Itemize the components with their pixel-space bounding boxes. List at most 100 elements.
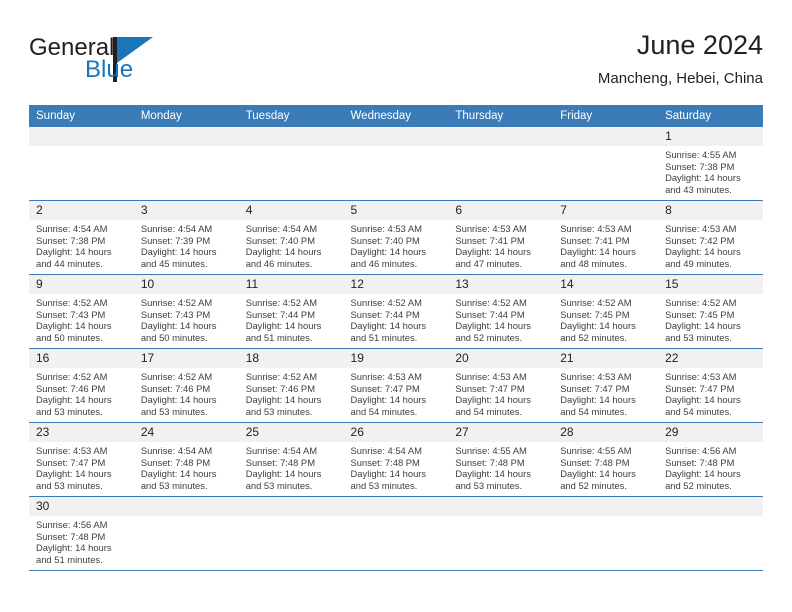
day-number: 24 bbox=[133, 423, 239, 442]
page-title: June 2024 bbox=[636, 30, 763, 60]
daylight-text: Daylight: 14 hours and 44 minutes. bbox=[36, 246, 112, 269]
sunset-text: Sunset: 7:44 PM bbox=[245, 308, 315, 320]
day-details: Sunrise: 4:52 AM Sunset: 7:45 PM Daylight:… bbox=[658, 294, 763, 343]
daylight-text: Daylight: 14 hours and 51 minutes. bbox=[36, 542, 112, 565]
sunrise-text: Sunrise: 4:53 AM bbox=[665, 371, 737, 382]
title-block: June 2024 Mancheng, Hebei, China bbox=[598, 28, 763, 90]
calendar-day-cell[interactable]: 21 Sunrise: 4:53 AM Sunset: 7:47 PM Dayligh… bbox=[553, 348, 659, 423]
sunrise-text: Sunrise: 4:52 AM bbox=[455, 297, 527, 308]
calendar-day-cell[interactable]: 22 Sunrise: 4:53 AM Sunset: 7:47 PM Dayligh… bbox=[658, 348, 763, 423]
sunrise-text: Sunrise: 4:53 AM bbox=[350, 371, 422, 382]
day-details: Sunrise: 4:53 AM Sunset: 7:47 PM Daylight:… bbox=[658, 368, 763, 417]
sunrise-text: Sunrise: 4:52 AM bbox=[140, 371, 213, 382]
daylight-text: Daylight: 14 hours and 52 minutes. bbox=[665, 468, 741, 491]
day-number bbox=[658, 497, 763, 516]
day-number: 2 bbox=[29, 201, 134, 220]
weekday-header-row: Sunday Monday Tuesday Wednesday Thursday… bbox=[29, 105, 763, 127]
day-details: Sunrise: 4:56 AM Sunset: 7:48 PM Daylight:… bbox=[29, 516, 134, 565]
calendar-day-cell[interactable]: 8 Sunrise: 4:53 AM Sunset: 7:42 PM Daylight… bbox=[658, 200, 763, 275]
calendar-empty-cell bbox=[238, 496, 344, 571]
calendar-day-cell[interactable]: 4 Sunrise: 4:54 AM Sunset: 7:40 PM Daylight… bbox=[238, 200, 344, 275]
sunrise-text: Sunrise: 4:54 AM bbox=[245, 445, 318, 456]
sunrise-text: Sunrise: 4:53 AM bbox=[560, 223, 632, 234]
sunset-text: Sunset: 7:45 PM bbox=[560, 308, 630, 320]
day-number: 11 bbox=[238, 275, 344, 294]
day-number: 17 bbox=[133, 349, 239, 368]
calendar-week-row: 30 Sunrise: 4:56 AM Sunset: 7:48 PM Dayligh… bbox=[29, 496, 763, 571]
sunset-text: Sunset: 7:47 PM bbox=[560, 382, 630, 394]
day-number: 30 bbox=[29, 497, 134, 516]
sunset-text: Sunset: 7:44 PM bbox=[455, 308, 525, 320]
calendar-day-cell[interactable]: 6 Sunrise: 4:53 AM Sunset: 7:41 PM Daylight… bbox=[448, 200, 554, 275]
day-details: Sunrise: 4:54 AM Sunset: 7:48 PM Daylight:… bbox=[134, 442, 239, 491]
sunset-text: Sunset: 7:47 PM bbox=[350, 382, 420, 394]
calendar-day-cell[interactable]: 28 Sunrise: 4:55 AM Sunset: 7:48 PM Dayligh… bbox=[553, 422, 659, 497]
day-details: Sunrise: 4:56 AM Sunset: 7:48 PM Daylight:… bbox=[658, 442, 763, 491]
calendar-day-cell[interactable]: 24 Sunrise: 4:54 AM Sunset: 7:48 PM Dayligh… bbox=[133, 422, 239, 497]
calendar-day-cell[interactable]: 29 Sunrise: 4:56 AM Sunset: 7:48 PM Dayligh… bbox=[658, 422, 763, 497]
sunset-text: Sunset: 7:46 PM bbox=[140, 382, 211, 394]
day-number bbox=[343, 497, 449, 516]
calendar-day-cell[interactable]: 5 Sunrise: 4:53 AM Sunset: 7:40 PM Daylight… bbox=[343, 200, 449, 275]
calendar-day-cell[interactable]: 14 Sunrise: 4:52 AM Sunset: 7:45 PM Dayligh… bbox=[553, 274, 659, 349]
daylight-text: Daylight: 14 hours and 53 minutes. bbox=[245, 468, 322, 491]
calendar-day-cell[interactable]: 11 Sunrise: 4:52 AM Sunset: 7:44 PM Dayligh… bbox=[238, 274, 344, 349]
sunrise-text: Sunrise: 4:53 AM bbox=[455, 223, 527, 234]
calendar-day-cell[interactable]: 27 Sunrise: 4:55 AM Sunset: 7:48 PM Dayligh… bbox=[448, 422, 554, 497]
daylight-text: Daylight: 14 hours and 53 minutes. bbox=[36, 468, 112, 491]
day-number: 5 bbox=[343, 201, 449, 220]
calendar-day-cell[interactable]: 1 Sunrise: 4:55 AM Sunset: 7:38 PM Daylight… bbox=[658, 127, 763, 201]
day-details: Sunrise: 4:54 AM Sunset: 7:38 PM Daylight:… bbox=[29, 220, 134, 269]
day-number bbox=[343, 127, 449, 146]
day-details: Sunrise: 4:52 AM Sunset: 7:43 PM Daylight:… bbox=[134, 294, 239, 343]
sunrise-text: Sunrise: 4:53 AM bbox=[665, 223, 737, 234]
general-blue-logo[interactable]: General Blue bbox=[29, 34, 229, 92]
calendar-day-cell[interactable]: 7 Sunrise: 4:53 AM Sunset: 7:41 PM Daylight… bbox=[553, 200, 659, 275]
calendar-day-cell[interactable]: 16 Sunrise: 4:52 AM Sunset: 7:46 PM Dayligh… bbox=[29, 348, 134, 423]
calendar-day-cell[interactable]: 9 Sunrise: 4:52 AM Sunset: 7:43 PM Daylight… bbox=[29, 274, 134, 349]
calendar-day-cell[interactable]: 25 Sunrise: 4:54 AM Sunset: 7:48 PM Dayligh… bbox=[238, 422, 344, 497]
day-details: Sunrise: 4:53 AM Sunset: 7:47 PM Daylight:… bbox=[448, 368, 553, 417]
sunrise-text: Sunrise: 4:53 AM bbox=[455, 371, 527, 382]
calendar-day-cell[interactable]: 10 Sunrise: 4:52 AM Sunset: 7:43 PM Dayligh… bbox=[133, 274, 239, 349]
calendar-day-cell[interactable]: 15 Sunrise: 4:52 AM Sunset: 7:45 PM Dayligh… bbox=[658, 274, 763, 349]
calendar-day-cell[interactable]: 17 Sunrise: 4:52 AM Sunset: 7:46 PM Dayligh… bbox=[133, 348, 239, 423]
calendar-day-cell[interactable]: 30 Sunrise: 4:56 AM Sunset: 7:48 PM Dayligh… bbox=[29, 496, 134, 571]
sunset-text: Sunset: 7:38 PM bbox=[665, 160, 735, 172]
sunrise-text: Sunrise: 4:52 AM bbox=[350, 297, 422, 308]
day-number: 6 bbox=[448, 201, 554, 220]
day-number: 7 bbox=[553, 201, 659, 220]
calendar-day-cell[interactable]: 18 Sunrise: 4:52 AM Sunset: 7:46 PM Dayligh… bbox=[238, 348, 344, 423]
calendar-day-cell[interactable]: 12 Sunrise: 4:52 AM Sunset: 7:44 PM Dayligh… bbox=[343, 274, 449, 349]
sunrise-text: Sunrise: 4:52 AM bbox=[36, 297, 108, 308]
calendar-day-cell[interactable]: 20 Sunrise: 4:53 AM Sunset: 7:47 PM Dayligh… bbox=[448, 348, 554, 423]
calendar-empty-cell bbox=[343, 496, 449, 571]
calendar-day-cell[interactable]: 2 Sunrise: 4:54 AM Sunset: 7:38 PM Daylight… bbox=[29, 200, 134, 275]
day-number: 18 bbox=[238, 349, 344, 368]
day-number bbox=[238, 497, 344, 516]
day-details: Sunrise: 4:54 AM Sunset: 7:48 PM Daylight:… bbox=[239, 442, 344, 491]
day-details: Sunrise: 4:52 AM Sunset: 7:46 PM Daylight:… bbox=[239, 368, 344, 417]
calendar-day-cell[interactable]: 3 Sunrise: 4:54 AM Sunset: 7:39 PM Daylight… bbox=[133, 200, 239, 275]
day-details: Sunrise: 4:55 AM Sunset: 7:48 PM Daylight:… bbox=[448, 442, 553, 491]
sunset-text: Sunset: 7:39 PM bbox=[140, 234, 211, 246]
day-number bbox=[448, 127, 554, 146]
calendar-empty-cell bbox=[238, 127, 344, 201]
calendar-week-row: 9 Sunrise: 4:52 AM Sunset: 7:43 PM Daylight… bbox=[29, 274, 763, 349]
sunset-text: Sunset: 7:48 PM bbox=[350, 456, 420, 468]
calendar-day-cell[interactable]: 23 Sunrise: 4:53 AM Sunset: 7:47 PM Dayligh… bbox=[29, 422, 134, 497]
sunrise-text: Sunrise: 4:54 AM bbox=[36, 223, 108, 234]
calendar-day-cell[interactable]: 19 Sunrise: 4:53 AM Sunset: 7:47 PM Dayligh… bbox=[343, 348, 449, 423]
daylight-text: Daylight: 14 hours and 54 minutes. bbox=[350, 394, 427, 417]
weekday-header-monday: Monday bbox=[133, 105, 239, 127]
calendar-day-cell[interactable]: 13 Sunrise: 4:52 AM Sunset: 7:44 PM Dayligh… bbox=[448, 274, 554, 349]
daylight-text: Daylight: 14 hours and 46 minutes. bbox=[245, 246, 322, 269]
day-number: 15 bbox=[658, 275, 763, 294]
sunrise-text: Sunrise: 4:52 AM bbox=[36, 371, 108, 382]
calendar-day-cell[interactable]: 26 Sunrise: 4:54 AM Sunset: 7:48 PM Dayligh… bbox=[343, 422, 449, 497]
day-number: 22 bbox=[658, 349, 763, 368]
daylight-text: Daylight: 14 hours and 53 minutes. bbox=[350, 468, 427, 491]
sunrise-text: Sunrise: 4:55 AM bbox=[560, 445, 632, 456]
sunset-text: Sunset: 7:48 PM bbox=[36, 530, 106, 542]
sunrise-text: Sunrise: 4:52 AM bbox=[665, 297, 737, 308]
